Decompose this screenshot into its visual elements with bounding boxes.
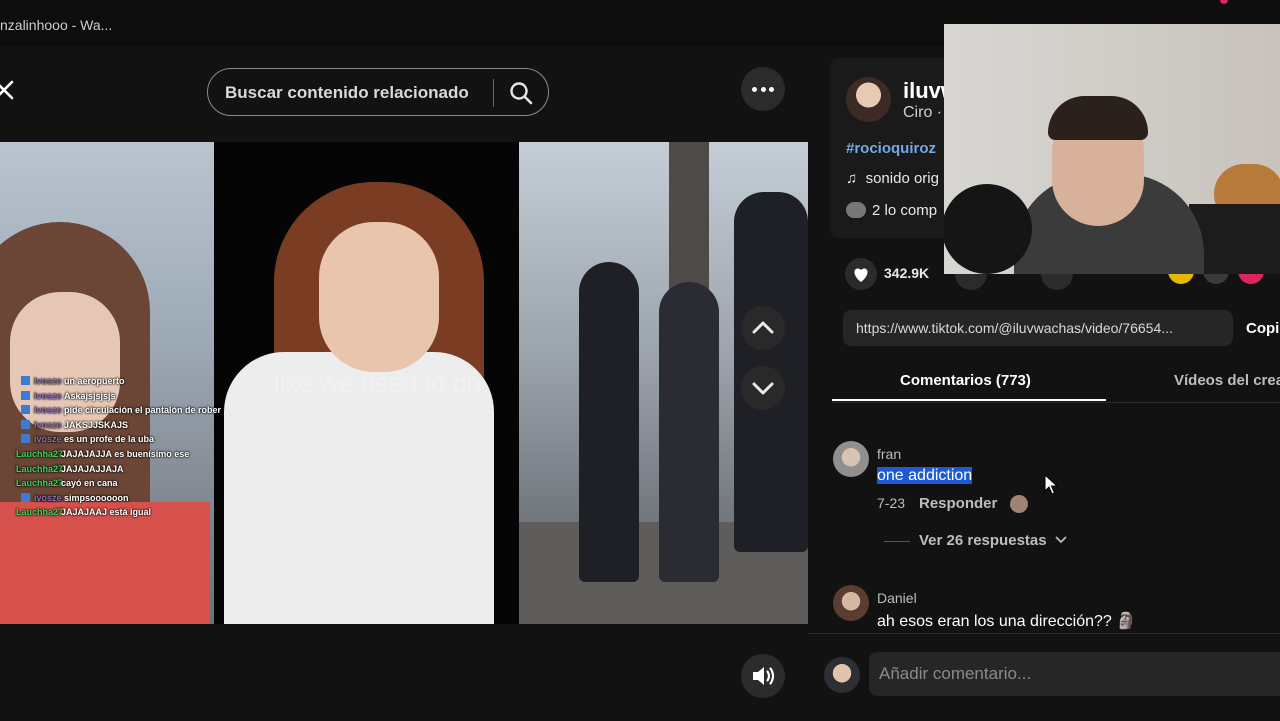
comment-text: ah esos eran los una dirección?? 🗿 (877, 613, 1137, 630)
comments-tabs: Comentarios (773) Vídeos del crea (832, 362, 1280, 403)
chat-username: ivosze (34, 390, 62, 401)
volume-icon[interactable] (741, 654, 785, 698)
chat-username: Lauchha27 (16, 463, 64, 474)
search-icon[interactable] (508, 80, 534, 106)
recording-indicator (1220, 0, 1228, 4)
music-note-icon: ♫ (846, 170, 858, 187)
video-frame[interactable]: like we used to do ivosze un aeropuerto iv… (0, 142, 808, 624)
chevron-down-icon (752, 382, 774, 395)
related-search-bar[interactable]: Buscar contenido relacionado (207, 68, 549, 116)
chat-username: Lauchha27 (16, 478, 64, 489)
author-subtitle: Ciro · (903, 104, 943, 121)
next-video-button[interactable] (741, 366, 785, 410)
chat-badge-icon (21, 419, 30, 429)
chat-username: ivosze (34, 492, 62, 503)
commenter-avatar[interactable] (833, 585, 869, 621)
chat-text: JAJAJAJJA es buenísimo ese (61, 448, 190, 459)
chat-message: Lauchha27JAJAJAJJA es buenísimo ese (16, 447, 226, 462)
sound-link[interactable]: ♫ sonido orig (846, 170, 939, 187)
window-title: nzalinhooo - Wa... (0, 17, 113, 33)
commenter-name[interactable]: fran (877, 446, 901, 462)
chat-message: ivosze un aeropuerto (16, 374, 226, 389)
creator-liked-icon (1010, 495, 1028, 513)
chat-badge-icon (21, 492, 30, 502)
chat-text: es un profe de la uba (64, 434, 155, 445)
chat-username: Lauchha27 (16, 448, 64, 459)
tab-comments[interactable]: Comentarios (773) (900, 372, 1031, 389)
chat-message: ivosze simpsoooooon (16, 491, 226, 506)
video-caption: like we used to do (274, 368, 482, 398)
chat-text: un aeropuerto (64, 376, 125, 386)
chevron-up-icon (752, 321, 774, 334)
tab-creator-videos[interactable]: Vídeos del crea (1174, 372, 1280, 389)
active-tab-indicator (832, 399, 1106, 401)
chat-text: JAKSJJSKAJS (64, 419, 129, 430)
comment-date: 7-23 (877, 495, 906, 511)
chat-message: Lauchha27JAJAJAAJ está igual (16, 505, 226, 520)
chat-text: Askajsjsjsjs (64, 390, 116, 401)
chat-badge-icon (21, 434, 30, 444)
stream-chat-overlay: ivosze un aeropuerto ivosze Askajsjsjsjs ivo… (16, 374, 226, 520)
share-url-box[interactable]: https://www.tiktok.com/@iluvwachas/video… (843, 310, 1233, 346)
chat-username: ivosze (34, 405, 62, 416)
more-icon[interactable] (741, 67, 785, 111)
heart-icon (845, 258, 877, 290)
reply-button[interactable]: Responder (919, 495, 997, 512)
add-comment-placeholder: Añadir comentario... (879, 664, 1032, 683)
chat-badge-icon (21, 405, 30, 415)
chat-message: ivosze JAKSJJSKAJS (16, 418, 226, 433)
search-divider (493, 79, 494, 107)
commenter-name[interactable]: Daniel (877, 590, 917, 606)
chat-username: ivosze (34, 434, 62, 445)
replies-divider (884, 541, 910, 542)
search-input[interactable]: Buscar contenido relacionado (225, 83, 469, 103)
chat-message: ivosze es un profe de la uba (16, 432, 226, 447)
chat-username: Lauchha27 (16, 507, 64, 518)
comment-text: one addiction (877, 467, 973, 485)
chat-badge-icon (21, 390, 30, 400)
chat-badge-icon (21, 376, 30, 385)
author-avatar[interactable] (846, 77, 891, 122)
chat-text: simpsoooooon (64, 492, 129, 503)
shared-text: 2 lo comp (872, 202, 938, 219)
chat-message: ivosze pide circulación el pantalón de ro… (16, 403, 226, 418)
chat-message: Lauchha27JAJAJAJJAJA (16, 462, 226, 477)
chevron-down-icon (1055, 536, 1067, 544)
selected-text: one addiction (877, 467, 973, 484)
chat-username: ivosze (34, 376, 62, 386)
chat-message: Lauchha27cayó en cana (16, 476, 226, 491)
add-comment-input[interactable]: Añadir comentario... (869, 652, 1280, 696)
copy-link-button[interactable]: Copi (1246, 320, 1279, 337)
hashtag-link[interactable]: #rocioquiroz (846, 140, 936, 157)
my-avatar (824, 657, 860, 693)
webcam-overlay (944, 24, 1280, 274)
chat-username: ivosze (34, 419, 62, 430)
share-url: https://www.tiktok.com/@iluvwachas/video… (856, 320, 1173, 336)
previous-video-button[interactable] (741, 306, 785, 350)
like-count: 342.9K (884, 265, 930, 281)
chat-text: cayó en cana (61, 478, 118, 489)
shared-by: 2 lo comp (846, 202, 937, 219)
chat-message: ivosze Askajsjsjsjs (16, 389, 226, 404)
chat-text: JAJAJAAJ está igual (61, 507, 152, 518)
view-replies-label: Ver 26 respuestas (919, 532, 1047, 549)
shared-avatars-icon (846, 202, 866, 218)
chat-text: pide circulación el pantalón de rober (64, 405, 222, 416)
cursor-icon (1044, 473, 1059, 501)
view-replies-button[interactable]: Ver 26 respuestas (919, 532, 1067, 549)
chat-text: JAJAJAJJAJA (61, 463, 124, 474)
close-icon[interactable] (0, 78, 16, 102)
sound-name: sonido orig (865, 170, 939, 187)
commenter-avatar[interactable] (833, 441, 869, 477)
